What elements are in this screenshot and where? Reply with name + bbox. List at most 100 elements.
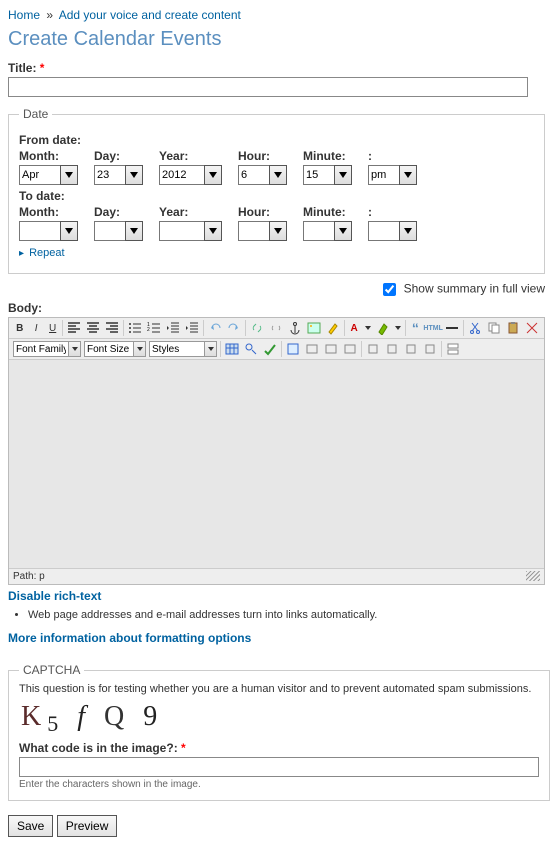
toolbar-separator [344, 320, 345, 336]
copy-button[interactable] [486, 320, 502, 336]
outdent-button[interactable] [165, 320, 181, 336]
resize-handle-icon[interactable] [526, 571, 540, 581]
from-ampm-select[interactable] [368, 165, 400, 185]
dropdown-icon[interactable] [125, 165, 143, 185]
font-size-select[interactable] [84, 341, 134, 357]
redo-button[interactable] [226, 320, 242, 336]
dropdown-icon[interactable] [125, 221, 143, 241]
dropdown-icon[interactable] [205, 341, 217, 357]
disable-rich-text-link[interactable]: Disable rich-text [8, 589, 101, 603]
from-month-select[interactable] [19, 165, 61, 185]
backcolor-button[interactable] [375, 320, 391, 336]
cut-button[interactable] [467, 320, 483, 336]
to-year-label: Year: [159, 205, 222, 219]
unlink-button[interactable] [268, 320, 284, 336]
save-button[interactable]: Save [8, 815, 53, 837]
from-year-select[interactable] [159, 165, 205, 185]
to-month-select[interactable] [19, 221, 61, 241]
abs-button[interactable] [422, 341, 438, 357]
svg-text:2: 2 [147, 327, 150, 333]
dropdown-icon[interactable] [269, 221, 287, 241]
captcha-char: K [21, 701, 47, 732]
find-button[interactable] [243, 341, 259, 357]
split-button[interactable] [445, 341, 461, 357]
layer-back-button[interactable] [403, 341, 419, 357]
dropdown-icon[interactable] [399, 165, 417, 185]
breadcrumb-current[interactable]: Add your voice and create content [59, 8, 241, 22]
editor-content-area[interactable] [9, 360, 544, 568]
remove-format-button[interactable] [524, 320, 540, 336]
body-hints: Web page addresses and e-mail addresses … [28, 609, 545, 621]
image-button[interactable] [306, 320, 322, 336]
repeat-link[interactable]: Repeat [29, 247, 64, 259]
to-hour-select[interactable] [238, 221, 270, 241]
html-button[interactable]: HTML [425, 320, 441, 336]
indent-button[interactable] [184, 320, 200, 336]
layer-forward-button[interactable] [384, 341, 400, 357]
font-family-select[interactable] [13, 341, 69, 357]
cleanup-button[interactable] [325, 320, 341, 336]
expand-arrow-icon: ▸ [19, 248, 24, 259]
from-hour-select[interactable] [238, 165, 270, 185]
fullscreen-button[interactable] [285, 341, 301, 357]
to-day-select[interactable] [94, 221, 126, 241]
underline-button[interactable]: U [46, 320, 59, 336]
dropdown-icon[interactable] [334, 165, 352, 185]
repeat-toggle[interactable]: ▸ Repeat [19, 247, 534, 259]
show-summary-checkbox[interactable] [383, 283, 396, 296]
toolbar-separator [123, 320, 124, 336]
formatting-options-link[interactable]: More information about formatting option… [8, 631, 251, 645]
captcha-char: 9 [143, 701, 163, 732]
to-minute-select[interactable] [303, 221, 335, 241]
from-ampm-label: : [368, 149, 417, 163]
table-button[interactable] [224, 341, 240, 357]
char-button[interactable] [323, 341, 339, 357]
captcha-legend: CAPTCHA [19, 663, 84, 677]
to-year-select[interactable] [159, 221, 205, 241]
hr-button[interactable] [444, 320, 460, 336]
from-minute-select[interactable] [303, 165, 335, 185]
link-button[interactable] [249, 320, 265, 336]
spellcheck-button[interactable] [262, 341, 278, 357]
title-input[interactable] [8, 77, 528, 97]
from-day-select[interactable] [94, 165, 126, 185]
captcha-code-label: What code is in the image?: * [19, 741, 539, 755]
undo-button[interactable] [207, 320, 223, 336]
number-list-button[interactable]: 12 [146, 320, 162, 336]
to-ampm-select[interactable] [368, 221, 400, 241]
dropdown-icon[interactable] [394, 320, 402, 336]
bullet-list-button[interactable] [127, 320, 143, 336]
breadcrumb-separator: » [46, 8, 53, 22]
paste-button[interactable] [505, 320, 521, 336]
emotions-button[interactable] [342, 341, 358, 357]
dropdown-icon[interactable] [269, 165, 287, 185]
italic-button[interactable]: I [29, 320, 42, 336]
align-left-button[interactable] [66, 320, 82, 336]
dropdown-icon[interactable] [334, 221, 352, 241]
captcha-hint: Enter the characters shown in the image. [19, 779, 539, 790]
captcha-input[interactable] [19, 757, 539, 777]
dropdown-icon[interactable] [364, 320, 372, 336]
dropdown-icon[interactable] [69, 341, 81, 357]
dropdown-icon[interactable] [134, 341, 146, 357]
media-button[interactable] [304, 341, 320, 357]
align-center-button[interactable] [85, 320, 101, 336]
dropdown-icon[interactable] [204, 221, 222, 241]
bold-button[interactable]: B [13, 320, 26, 336]
forecolor-button[interactable]: A [347, 320, 360, 336]
dropdown-icon[interactable] [60, 221, 78, 241]
layer-button[interactable] [365, 341, 381, 357]
dropdown-icon[interactable] [399, 221, 417, 241]
from-month-label: Month: [19, 149, 78, 163]
styles-select[interactable] [149, 341, 205, 357]
required-indicator: * [40, 61, 45, 75]
toolbar-separator [463, 320, 464, 336]
breadcrumb-home[interactable]: Home [8, 8, 40, 22]
dropdown-icon[interactable] [204, 165, 222, 185]
toolbar-separator [62, 320, 63, 336]
dropdown-icon[interactable] [60, 165, 78, 185]
align-right-button[interactable] [104, 320, 120, 336]
anchor-button[interactable] [287, 320, 303, 336]
preview-button[interactable]: Preview [57, 815, 118, 837]
blockquote-button[interactable]: “ [409, 320, 422, 336]
